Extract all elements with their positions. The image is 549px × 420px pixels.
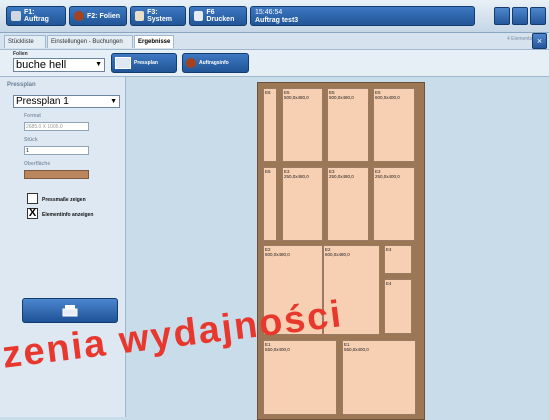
- clock-order: Auftrag test3: [255, 17, 299, 24]
- clock-time: 15:46:54: [255, 9, 283, 16]
- folien-bar: Folien buche hell ▼ Pressplan Auftragsin…: [0, 50, 549, 77]
- folien-label: Folien: [13, 51, 28, 57]
- piece-e1-1[interactable]: E1 550,0x400,0: [263, 340, 337, 415]
- folien-button[interactable]: F2: Folien: [69, 6, 127, 26]
- piece-e5-3[interactable]: E5 600,0x400,0: [373, 88, 415, 162]
- elementinfo-checkbox[interactable]: X: [27, 208, 38, 219]
- piece-e3-1[interactable]: E3 250,0x480,0: [282, 167, 323, 241]
- stuck-label: Stück: [24, 137, 38, 143]
- piece-e1-2[interactable]: E1 550,0x400,0: [342, 340, 416, 415]
- tab-bar: Stückliste Einstellungen - Buchungen Erg…: [0, 33, 549, 50]
- close-window-button[interactable]: [530, 7, 546, 25]
- folie-roll-icon: [74, 11, 84, 21]
- piece-e5-2[interactable]: E5 500,0x480,0: [327, 88, 369, 162]
- stuck-field[interactable]: 1: [24, 146, 89, 155]
- top-toolbar: F1: Auftrag F2: Folien F3: System F6 Dru…: [0, 0, 549, 33]
- auftragsinfo-button[interactable]: Auftragsinfo: [182, 53, 249, 73]
- pressplan-select[interactable]: Pressplan 1 ▼: [13, 95, 120, 108]
- pressplan-section-title: Pressplan: [7, 82, 36, 88]
- piece-e4-1[interactable]: E4: [384, 245, 412, 274]
- chevron-down-icon: ▼: [95, 61, 102, 68]
- notes-icon: [11, 11, 21, 21]
- piece-e6-bottom[interactable]: E6: [263, 167, 277, 241]
- tools-icon: [135, 11, 145, 21]
- folien-select[interactable]: buche hell ▼: [13, 58, 105, 72]
- piece-e5-1[interactable]: E5 500,0x480,0: [282, 88, 323, 162]
- format-label: Format: [24, 113, 41, 119]
- elements-count: 4 Elements: [506, 36, 532, 42]
- printer-icon: [194, 11, 204, 21]
- print-button[interactable]: [22, 298, 118, 323]
- folie-roll-icon: [186, 58, 196, 68]
- oberflaeche-label: Oberfläche: [24, 161, 51, 167]
- tab-ergebnisse[interactable]: Ergebnisse: [134, 35, 174, 48]
- close-icon: ×: [536, 36, 543, 46]
- pressplan-button[interactable]: Pressplan: [111, 53, 177, 73]
- printer-icon: [62, 305, 78, 317]
- press-board: E6 E5 500,0x480,0 E5 500,0x480,0 E5 600,…: [257, 82, 425, 420]
- elementinfo-label: Elementinfo anzeigen: [42, 212, 94, 218]
- clock-panel: 15:46:54 Auftrag test3: [250, 6, 475, 26]
- pressmasse-checkbox[interactable]: [27, 193, 38, 204]
- chevron-down-icon: ▼: [110, 98, 117, 105]
- auftrag-button[interactable]: F1: Auftrag: [6, 6, 66, 26]
- settings-button[interactable]: [512, 7, 528, 25]
- oberflaeche-swatch: [24, 170, 89, 179]
- piece-e3-3[interactable]: E3 250,0x400,0: [373, 167, 415, 241]
- tab-stueckliste[interactable]: Stückliste: [4, 35, 46, 48]
- minimize-button[interactable]: [494, 7, 510, 25]
- pressplan-icon: [115, 57, 131, 69]
- tab-einstellungen[interactable]: Einstellungen - Buchungen: [47, 35, 133, 48]
- format-field[interactable]: 2685.0 X 1005.0: [24, 122, 89, 131]
- system-button[interactable]: F3: System: [130, 6, 186, 26]
- piece-e3-2[interactable]: E3 250,0x480,0: [327, 167, 369, 241]
- drucken-button[interactable]: F6 Drucken: [189, 6, 247, 26]
- close-tab-button[interactable]: ×: [532, 33, 547, 49]
- pressmasse-label: Pressmaße zeigen: [42, 197, 86, 203]
- piece-e6-top[interactable]: E6: [263, 88, 277, 162]
